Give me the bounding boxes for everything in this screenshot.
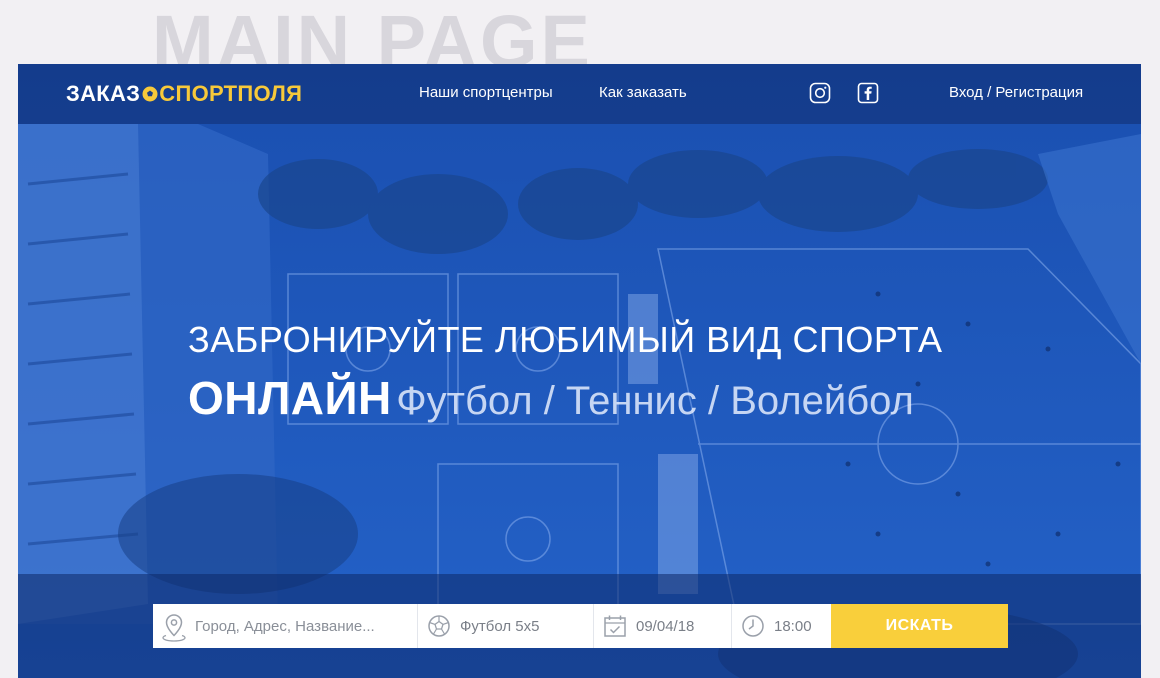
search-button[interactable]: ИСКАТЬ [831,604,1008,648]
date-field[interactable]: 09/04/18 [594,604,732,648]
soccer-ball-icon [428,615,450,637]
facebook-icon[interactable] [857,82,879,104]
location-field[interactable] [153,604,418,648]
login-register-link[interactable]: Вход / Регистрация [949,83,1083,103]
logo-text-primary: ЗАКАЗ [66,81,141,106]
hero-online-label: ОНЛАЙН [188,372,392,424]
clock-icon [742,615,764,637]
sport-value: Футбол 5х5 [460,617,540,635]
logo-text-secondary: СПОРТПОЛЯ [159,81,303,106]
location-pin-icon [162,614,186,642]
time-field[interactable]: 18:00 [732,604,831,648]
nav-link-sport-centers[interactable]: Наши спортцентры [419,83,553,103]
hero-title: ЗАБРОНИРУЙТЕ ЛЮБИМЫЙ ВИД СПОРТА [188,319,943,360]
hero-subtitle: ОНЛАЙН Футбол / Теннис / Волейбол [188,370,1088,438]
website-frame: ЗАКАЗ СПОРТПОЛЯ Наши спортцентры Как зак… [18,64,1141,678]
hero-sports-list: Футбол / Теннис / Волейбол [396,379,914,423]
time-value: 18:00 [774,617,812,635]
nav-link-how-to-order[interactable]: Как заказать [599,83,687,103]
site-header: ЗАКАЗ СПОРТПОЛЯ Наши спортцентры Как зак… [18,64,1141,124]
soccer-ball-icon [142,86,158,102]
date-value: 09/04/18 [636,617,695,635]
site-logo[interactable]: ЗАКАЗ СПОРТПОЛЯ [66,80,302,108]
location-input[interactable] [195,617,417,635]
instagram-icon[interactable] [809,82,831,104]
sport-select[interactable]: Футбол 5х5 [418,604,594,648]
calendar-icon [604,615,626,637]
search-bar: Футбол 5х5 09/04/18 18:00 ИСКАТЬ [153,604,1008,648]
